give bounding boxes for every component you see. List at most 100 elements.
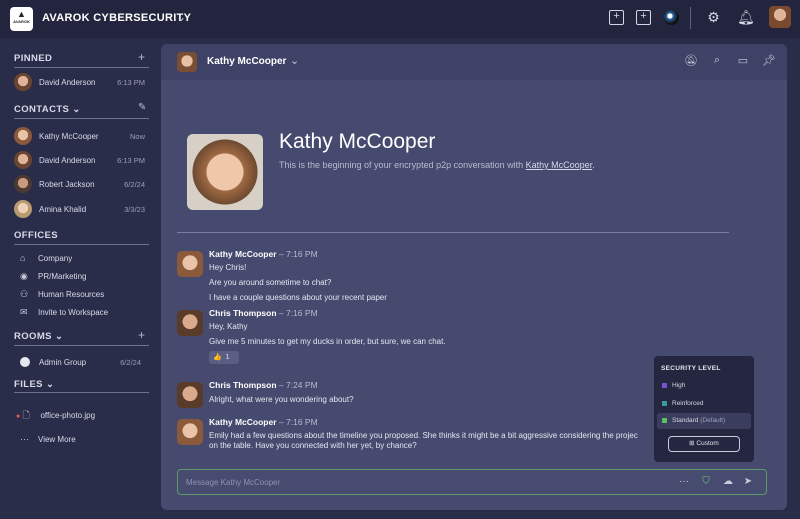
custom-security-button[interactable]: ⊞ Custom [668, 436, 740, 452]
pinned-header: PINNED [14, 53, 53, 64]
pinned-item[interactable]: David Anderson 6:13 PM [14, 72, 149, 92]
message-author[interactable]: Chris Thompson – 7:16 PM [209, 308, 318, 318]
add-icon[interactable]: + [636, 10, 651, 25]
message-text: Hey Chris! [209, 263, 247, 272]
send-icon[interactable]: ➤ [742, 476, 754, 488]
files-header[interactable]: FILES ⌄ [14, 379, 54, 390]
avatar [14, 175, 32, 193]
org-name[interactable]: AVAROK CYBERSECURITY [42, 12, 191, 24]
avatar [14, 127, 32, 145]
ellipsis-icon: ··· [20, 434, 29, 444]
office-item-human-resources[interactable]: ⚇ Human Resources [20, 289, 104, 300]
divider [177, 232, 729, 233]
thumbs-up-icon: 👍 [213, 354, 222, 361]
contact-time: 6:13 PM [117, 156, 145, 165]
file-icon: 🗋︎ [22, 410, 30, 420]
level-swatch [662, 400, 667, 406]
avatar[interactable] [177, 419, 203, 445]
message-time: – 7:16 PM [278, 417, 318, 427]
contact-link[interactable]: Kathy McCooper [526, 160, 593, 170]
divider [14, 392, 149, 393]
chevron-down-icon[interactable]: ⌄ [290, 54, 299, 67]
mute-bell-icon[interactable]: 🔕︎ [684, 54, 698, 68]
contact-name: Robert Jackson [39, 180, 95, 189]
message-text: on the table. Have you connected with he… [209, 441, 417, 450]
users-icon: ⚇ [20, 289, 29, 299]
level-swatch [662, 417, 667, 423]
contact-item[interactable]: Kathy McCooper Now [14, 126, 149, 146]
security-level-reinforced[interactable]: Reinforced [657, 396, 751, 412]
file-item[interactable]: ● 🗋︎ office-photo.jpg [16, 408, 95, 424]
add-room-icon[interactable]: + [138, 328, 145, 342]
contact-heading: Kathy McCooper [279, 130, 436, 153]
ellipsis-icon[interactable]: ··· [678, 476, 690, 488]
top-bar: ▲ AVAROK AVAROK CYBERSECURITY ⌄ + + ⚙ 🔔︎ [0, 0, 800, 38]
office-item-invite[interactable]: ✉ Invite to Workspace [20, 307, 108, 318]
message-text: I have a couple questions about your rec… [209, 293, 387, 302]
offices-header: OFFICES [14, 230, 58, 241]
mail-icon: ✉ [20, 307, 28, 317]
message-text: Emily had a few questions about the time… [209, 431, 638, 440]
message-input[interactable] [186, 476, 636, 489]
message-author[interactable]: Kathy McCooper – 7:16 PM [209, 249, 318, 259]
message-author[interactable]: Chris Thompson – 7:24 PM [209, 380, 318, 390]
chevron-down-icon[interactable]: ⌄ [176, 10, 186, 24]
contact-item[interactable]: David Anderson 6:13 PM [14, 150, 149, 170]
message-author[interactable]: Kathy McCooper – 7:16 PM [209, 417, 318, 427]
room-icon [20, 357, 30, 367]
contact-time: 6:13 PM [117, 78, 145, 87]
pin-icon[interactable]: 📌︎ [762, 54, 776, 68]
avatar [14, 151, 32, 169]
security-level-high[interactable]: High [657, 378, 751, 394]
sidebar: PINNED + David Anderson 6:13 PM CONTACTS… [0, 38, 160, 519]
message-composer: ··· ⛉ ☁ ➤ [177, 469, 767, 495]
contact-name: Kathy McCooper [39, 132, 99, 141]
level-swatch [662, 382, 667, 388]
new-message-icon[interactable]: + [609, 10, 624, 25]
shield-icon[interactable]: ⛉ [700, 476, 712, 488]
compose-icon[interactable]: ✎ [138, 102, 146, 113]
logo-mark-icon: ▲ [17, 9, 26, 19]
contact-item[interactable]: Amina Khalid 3/3/23 [14, 199, 149, 219]
reaction-badge[interactable]: 👍 1 [209, 351, 239, 364]
divider [690, 7, 691, 29]
conversation-intro: This is the beginning of your encrypted … [279, 160, 595, 170]
user-avatar[interactable] [769, 6, 791, 28]
avatar[interactable] [177, 52, 197, 72]
contact-time: Now [129, 132, 145, 141]
avatar[interactable] [177, 382, 203, 408]
chevron-down-icon: ⌄ [54, 331, 64, 342]
contact-photo [187, 134, 263, 210]
security-level-standard[interactable]: Standard (Default) [657, 413, 751, 429]
chat-title[interactable]: Kathy McCooper [207, 56, 286, 67]
chevron-down-icon: ⌄ [45, 379, 55, 390]
plus-icon: ⊞ [689, 440, 695, 447]
home-icon: ⌂ [20, 253, 26, 263]
contacts-header[interactable]: CONTACTS ⌄ [14, 104, 81, 115]
view-more-link[interactable]: ··· View More [20, 434, 76, 444]
bell-icon[interactable]: 🔔︎ [737, 10, 755, 25]
avatar [14, 73, 32, 91]
contact-name: Amina Khalid [39, 205, 87, 214]
add-pinned-icon[interactable]: + [138, 50, 145, 64]
chat-header: Kathy McCooper ⌄ 🔕︎ ⌕ ▭ 📌︎ [161, 44, 787, 80]
divider [14, 67, 149, 68]
room-item[interactable]: Admin Group 6/2/24 [14, 352, 149, 372]
gear-icon[interactable]: ⚙ [706, 10, 721, 25]
room-time: 6/2/24 [120, 358, 141, 367]
globe-icon[interactable] [664, 10, 679, 25]
office-item-company[interactable]: ⌂ Company [20, 253, 72, 263]
message-text: Hey, Kathy [209, 322, 248, 331]
message-time: – 7:24 PM [278, 380, 318, 390]
avatar[interactable] [177, 310, 203, 336]
folder-icon[interactable]: ▭ [736, 54, 750, 68]
rooms-header[interactable]: ROOMS ⌄ [14, 331, 63, 342]
search-icon[interactable]: ⌕ [710, 54, 724, 68]
upload-cloud-icon[interactable]: ☁ [722, 476, 734, 488]
logo-text: AVAROK [13, 19, 30, 24]
contact-item[interactable]: Robert Jackson 6/2/24 [14, 174, 149, 194]
avatar[interactable] [177, 251, 203, 277]
office-item-pr-marketing[interactable]: ◉ PR/Marketing [20, 271, 86, 282]
org-logo[interactable]: ▲ AVAROK [10, 7, 33, 31]
message-text: Are you around sometime to chat? [209, 278, 332, 287]
